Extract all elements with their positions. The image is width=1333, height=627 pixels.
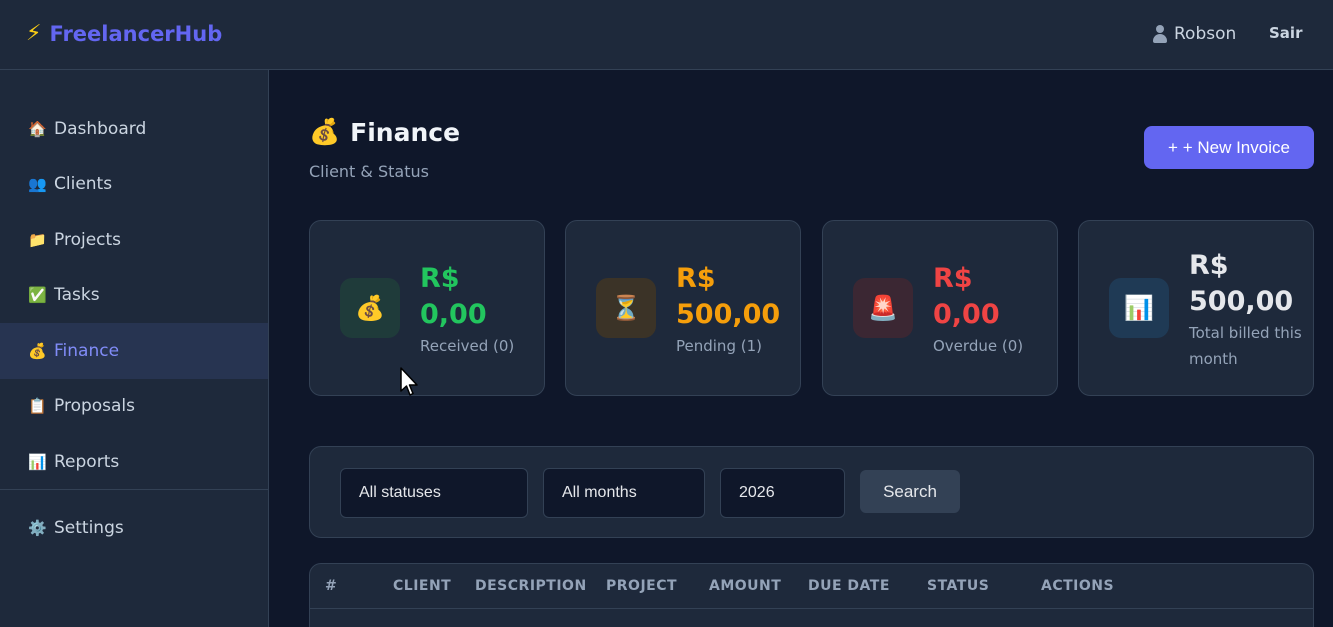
column-header-actions: ACTIONS xyxy=(1041,578,1115,594)
sidebar-item-label: Reports xyxy=(54,452,120,472)
sidebar-item-dashboard[interactable]: 🏠 Dashboard xyxy=(0,101,268,157)
sidebar: 🏠 Dashboard 👥 Clients 📁 Projects ✅ Tasks… xyxy=(0,70,269,627)
column-header-status: STATUS xyxy=(927,578,990,594)
chart-icon: 📊 xyxy=(1109,278,1169,338)
card-value: 0,00 xyxy=(420,299,487,330)
stat-card-pending: ⏳ R$ 500,00 Pending (1) xyxy=(565,220,801,396)
table-header-divider xyxy=(310,608,1313,609)
card-label: Pending (1) xyxy=(676,337,762,355)
mouse-cursor-icon xyxy=(400,367,418,396)
sidebar-item-clients[interactable]: 👥 Clients xyxy=(0,156,268,212)
card-label: Received (0) xyxy=(420,337,515,355)
sidebar-divider xyxy=(0,489,268,490)
money-bag-icon: 💰 xyxy=(340,278,400,338)
sidebar-item-label: Proposals xyxy=(54,396,136,416)
sidebar-item-finance[interactable]: 💰 Finance xyxy=(0,323,268,379)
checkmark-icon: ✅ xyxy=(28,286,47,304)
filter-bar: All statuses All months 2026 Search xyxy=(309,446,1314,538)
home-icon: 🏠 xyxy=(28,120,47,138)
card-currency: R$ xyxy=(676,263,716,294)
folder-icon: 📁 xyxy=(28,231,47,249)
column-header-description: DESCRIPTION xyxy=(475,578,587,594)
user-name: Robson xyxy=(1174,24,1237,44)
user-menu[interactable]: Robson xyxy=(1152,22,1236,46)
status-select[interactable]: All statuses xyxy=(340,468,528,518)
card-value: 0,00 xyxy=(933,299,1000,330)
brand-name: FreelancerHub xyxy=(49,22,223,46)
sidebar-item-tasks[interactable]: ✅ Tasks xyxy=(0,267,268,323)
sidebar-item-label: Projects xyxy=(54,230,122,250)
column-header-project: PROJECT xyxy=(606,578,678,594)
users-icon: 👥 xyxy=(28,175,47,193)
card-currency: R$ xyxy=(933,263,973,294)
new-invoice-button[interactable]: + + New Invoice xyxy=(1144,126,1314,169)
logout-link[interactable]: Sair xyxy=(1269,24,1302,42)
sidebar-item-reports[interactable]: 📊 Reports xyxy=(0,434,268,490)
user-icon xyxy=(1152,25,1168,43)
stat-card-overdue: 🚨 R$ 0,00 Overdue (0) xyxy=(822,220,1058,396)
column-header-amount: AMOUNT xyxy=(709,578,782,594)
card-currency: R$ xyxy=(420,263,460,294)
card-label: Total billed this month xyxy=(1189,324,1302,368)
card-currency: R$ xyxy=(1189,250,1229,281)
chart-icon: 📊 xyxy=(28,453,47,471)
clipboard-icon: 📋 xyxy=(28,397,47,415)
sidebar-item-settings[interactable]: ⚙️ Settings xyxy=(0,500,268,556)
sidebar-item-projects[interactable]: 📁 Projects xyxy=(0,212,268,268)
sidebar-item-label: Settings xyxy=(54,518,124,538)
sidebar-item-label: Clients xyxy=(54,174,113,194)
money-bag-icon: 💰 xyxy=(28,342,47,360)
column-header-number: # xyxy=(325,578,338,594)
hourglass-icon: ⏳ xyxy=(596,278,656,338)
siren-icon: 🚨 xyxy=(853,278,913,338)
page-subtitle: Client & Status xyxy=(309,162,429,181)
card-label: Overdue (0) xyxy=(933,337,1024,355)
search-button[interactable]: Search xyxy=(860,470,960,513)
sidebar-item-proposals[interactable]: 📋 Proposals xyxy=(0,378,268,434)
sidebar-item-label: Tasks xyxy=(54,285,100,305)
sidebar-item-label: Finance xyxy=(54,341,120,361)
lightning-icon: ⚡ xyxy=(26,21,42,46)
main-content: 💰 Finance Client & Status + + New Invoic… xyxy=(269,70,1333,627)
stat-card-received: 💰 R$ 0,00 Received (0) xyxy=(309,220,545,396)
card-value: 500,00 xyxy=(1189,286,1294,317)
card-value: 500,00 xyxy=(676,299,781,330)
invoice-table: # CLIENT DESCRIPTION PROJECT AMOUNT DUE … xyxy=(309,563,1314,627)
brand-logo[interactable]: ⚡ FreelancerHub xyxy=(26,20,222,48)
column-header-client: CLIENT xyxy=(393,578,452,594)
page-title: 💰 Finance xyxy=(309,117,460,147)
money-bag-icon: 💰 xyxy=(309,117,341,146)
page-title-text: Finance xyxy=(350,117,461,147)
column-header-due-date: DUE DATE xyxy=(808,578,890,594)
month-select[interactable]: All months xyxy=(543,468,705,518)
gear-icon: ⚙️ xyxy=(28,519,47,537)
stat-card-total: 📊 R$ 500,00 Total billed this month xyxy=(1078,220,1314,396)
top-bar: ⚡ FreelancerHub Robson Sair xyxy=(0,0,1333,70)
sidebar-item-label: Dashboard xyxy=(54,119,147,139)
year-input[interactable]: 2026 xyxy=(720,468,845,518)
